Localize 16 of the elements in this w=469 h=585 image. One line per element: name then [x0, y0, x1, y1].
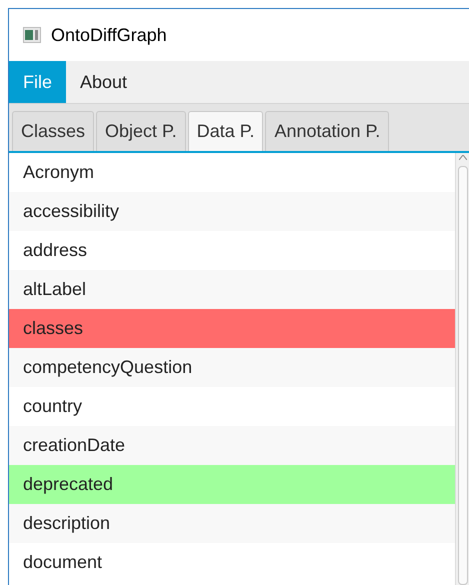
tab[interactable]: Object P.: [96, 111, 186, 151]
list-item[interactable]: creationDate: [9, 426, 455, 465]
app-icon: [23, 27, 41, 43]
list-item[interactable]: accessibility: [9, 192, 455, 231]
scroll-up-icon[interactable]: [458, 155, 466, 160]
scrollbar[interactable]: [455, 153, 469, 585]
tab[interactable]: Classes: [12, 111, 94, 151]
window-title: OntoDiffGraph: [51, 24, 167, 47]
list-item[interactable]: description: [9, 504, 455, 543]
list-item[interactable]: classes: [9, 309, 455, 348]
tab[interactable]: Data P.: [188, 111, 264, 151]
list-item[interactable]: deprecated: [9, 465, 455, 504]
list-item[interactable]: altLabel: [9, 270, 455, 309]
tab[interactable]: Annotation P.: [265, 111, 390, 151]
list-item[interactable]: competencyQuestion: [9, 348, 455, 387]
menu-item[interactable]: About: [66, 61, 142, 103]
